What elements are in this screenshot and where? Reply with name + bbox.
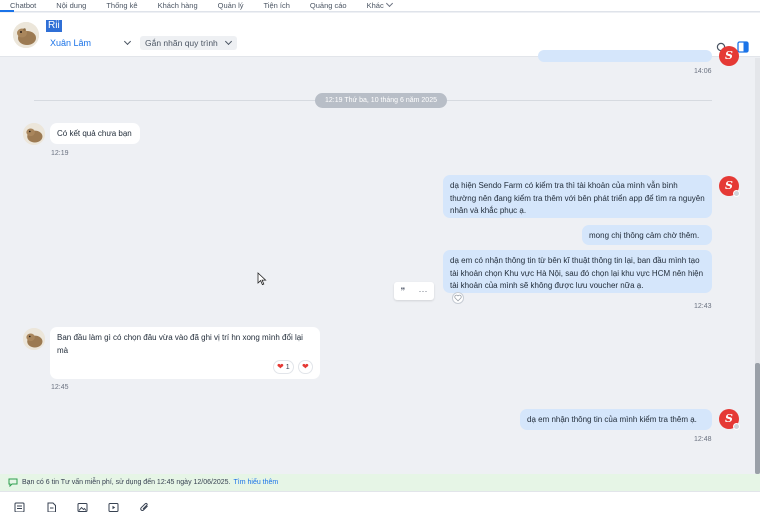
process-label-dropdown[interactable]: Gắn nhãn quy trình — [140, 36, 237, 50]
assignee-label: Xuân Lâm — [50, 38, 92, 48]
notice-text: Bạn có 6 tin Tư vấn miễn phí, sử dụng đế… — [22, 479, 231, 486]
avatar — [23, 123, 45, 145]
chevron-down-icon — [123, 37, 132, 46]
heart-icon: ❤ — [277, 362, 284, 371]
avatar[interactable] — [13, 22, 39, 48]
chevron-down-icon — [385, 0, 393, 7]
status-badge — [733, 190, 740, 197]
nav-noi-dung[interactable]: Nội dung — [46, 0, 96, 12]
avatar: S — [719, 176, 740, 197]
top-nav: Chatbot Nội dung Thống kê Khách hàng Quả… — [0, 0, 760, 12]
avatar: S — [719, 409, 740, 430]
mouse-cursor-icon — [257, 272, 267, 286]
reaction-count-value: 1 — [285, 363, 290, 371]
message-time: 12:19 — [51, 150, 69, 157]
message-time: 12:45 — [51, 384, 69, 391]
scrollbar-thumb[interactable] — [755, 363, 760, 474]
date-divider: 12:19 Thứ ba, 10 tháng 6 năm 2025 — [315, 93, 447, 108]
chevron-down-icon — [224, 37, 233, 46]
nav-khac[interactable]: Khác — [357, 0, 402, 12]
active-nav-indicator — [0, 10, 14, 12]
message-time: 12:43 — [694, 303, 712, 310]
nav-khach-hang[interactable]: Khách hàng — [148, 0, 208, 12]
message-time: 12:48 — [694, 436, 712, 443]
assignee-dropdown[interactable]: Xuân Lâm — [46, 36, 136, 50]
message-bubble-outgoing: dạ em có nhận thông tin từ bên kĩ thuật … — [443, 250, 712, 293]
process-label-text: Gắn nhãn quy trình — [145, 38, 218, 48]
avatar — [23, 328, 45, 350]
more-icon[interactable]: ··· — [418, 286, 427, 296]
composer-toolbar — [0, 491, 760, 512]
file-icon[interactable] — [46, 502, 57, 512]
status-badge — [733, 423, 740, 430]
message-bubble-outgoing: dạ em nhận thông tin của mình kiểm tra t… — [520, 409, 712, 430]
nav-khac-label: Khác — [366, 0, 384, 10]
message-bubble-outgoing: dạ hiện Sendo Farm có kiểm tra thì tài k… — [443, 175, 712, 218]
nav-thong-ke[interactable]: Thống kê — [96, 0, 147, 12]
text-template-icon[interactable] — [14, 502, 25, 512]
nav-quan-ly[interactable]: Quản lý — [208, 0, 254, 12]
capybara-avatar-icon — [13, 22, 39, 48]
add-reaction-button[interactable] — [452, 292, 464, 304]
avatar: S — [719, 46, 739, 66]
attachment-icon[interactable] — [139, 502, 150, 512]
heart-outline-icon — [454, 294, 462, 302]
message-time: 14:06 — [694, 68, 712, 75]
capybara-avatar-icon — [23, 328, 45, 350]
sendo-logo-icon: S — [725, 49, 733, 62]
reaction-count[interactable]: ❤ 1 — [273, 360, 294, 374]
learn-more-link[interactable]: Tìm hiểu thêm — [234, 479, 279, 486]
message-bubble-outgoing: mong chị thông cảm chờ thêm. — [582, 225, 712, 245]
capybara-avatar-icon — [23, 123, 45, 145]
message-actions: ❞ ··· — [394, 282, 434, 300]
nav-tien-ich[interactable]: Tiện ích — [254, 0, 300, 12]
contact-name: Rii — [46, 20, 62, 32]
message-bubble-incoming: Có kết quả chưa bạn — [50, 123, 140, 144]
free-message-notice: Bạn có 6 tin Tư vấn miễn phí, sử dụng đế… — [0, 474, 760, 491]
add-reaction-button[interactable]: ❤ — [298, 360, 313, 374]
message-bubble-partial — [538, 50, 712, 62]
chat-bubble-icon — [8, 478, 18, 487]
heart-icon: ❤ — [302, 362, 309, 371]
quote-icon[interactable]: ❞ — [401, 286, 406, 297]
image-icon[interactable] — [77, 502, 88, 512]
video-icon[interactable] — [108, 502, 119, 512]
nav-quang-cao[interactable]: Quảng cáo — [300, 0, 357, 12]
chat-messages[interactable]: S 14:06 12:19 Thứ ba, 10 tháng 6 năm 202… — [0, 46, 760, 474]
